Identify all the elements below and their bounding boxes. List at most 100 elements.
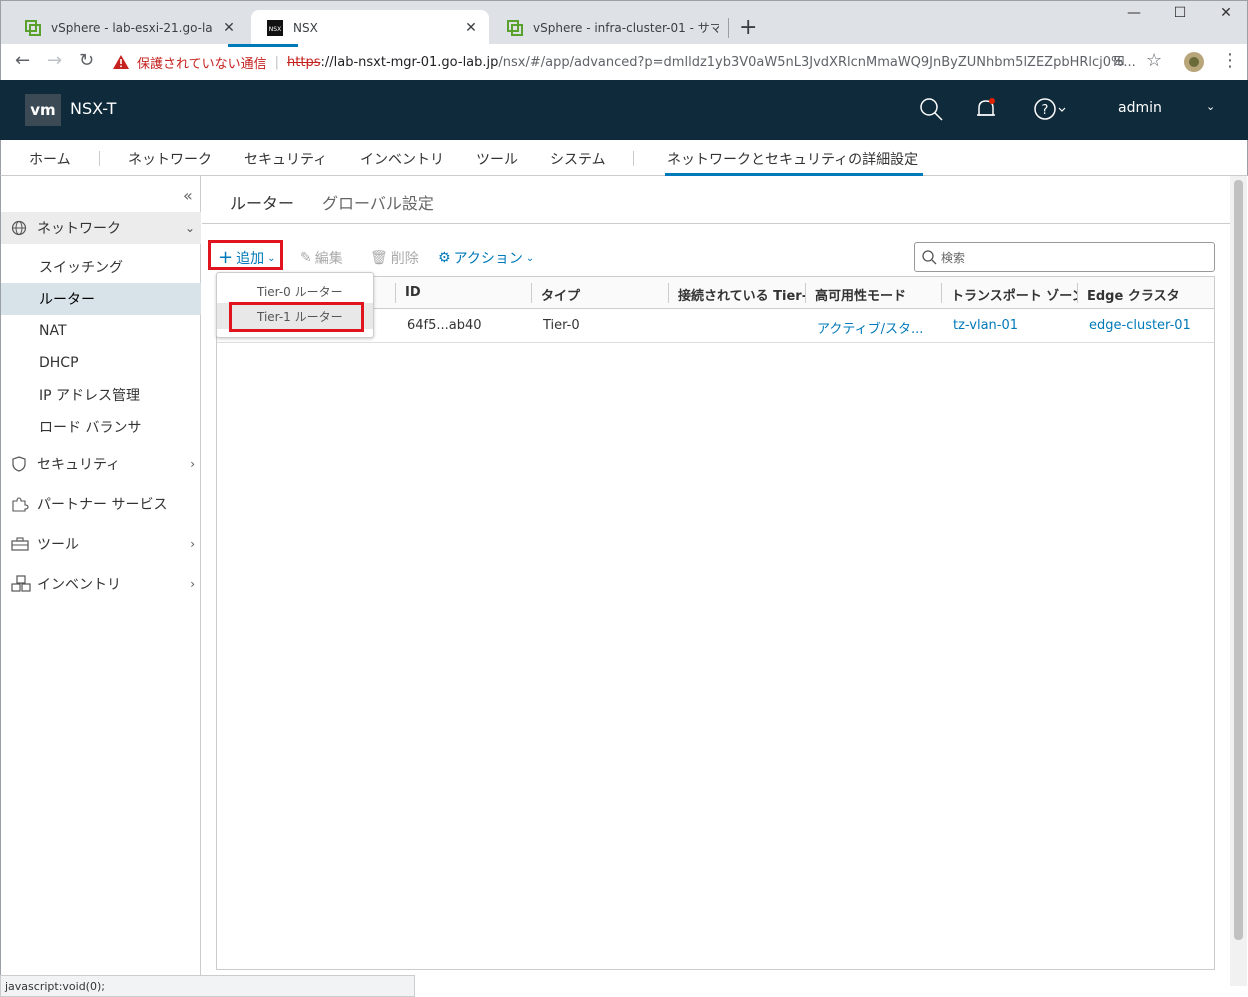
scrollbar[interactable] [1230, 176, 1247, 986]
sidebar-item-dhcp[interactable]: DHCP [1, 347, 201, 379]
tab-global-settings[interactable]: グローバル設定 [322, 190, 434, 214]
close-icon[interactable]: ✕ [221, 20, 237, 36]
chevron-down-icon[interactable]: ⌄ [185, 221, 195, 235]
content-tabs: ルーター グローバル設定 [202, 176, 1230, 224]
search-placeholder: 検索 [941, 250, 966, 265]
sidebar: « ネットワーク ⌄ スイッチング ルーター NAT DHCP IP アドレス管… [0, 176, 201, 997]
bookmark-star-icon[interactable]: ☆ [1146, 50, 1162, 71]
back-icon[interactable]: ← [15, 50, 30, 71]
sidebar-item-label: ツール [37, 537, 79, 553]
sidebar-item-network[interactable]: ネットワーク ⌄ [1, 212, 201, 244]
sidebar-item-partner-services[interactable]: パートナー サービス [1, 488, 201, 520]
maximize-icon[interactable]: ☐ [1157, 5, 1203, 21]
nav-security[interactable]: セキュリティ [244, 149, 327, 169]
nav-tools[interactable]: ツール [476, 149, 518, 169]
tier1-highlight [229, 302, 364, 332]
sidebar-item-label: ネットワーク [37, 221, 121, 237]
chevron-right-icon[interactable]: › [190, 537, 195, 551]
search-icon [922, 250, 937, 265]
nav-system[interactable]: システム [550, 149, 606, 169]
status-bar: javascript:void(0); [0, 975, 415, 997]
pencil-icon: ✎ [300, 250, 312, 266]
close-icon[interactable]: ✕ [463, 20, 479, 36]
browser-tab[interactable]: vSphere - lab-esxi-21.go-lab.jp - ✕ [9, 10, 247, 45]
column-id[interactable]: ID [405, 285, 525, 300]
tab-separator [728, 18, 729, 38]
nav-network[interactable]: ネットワーク [128, 149, 212, 169]
tab-title: vSphere - infra-cluster-01 - サマリ [533, 21, 719, 35]
browser-toolbar: ← → ↻ 保護されていない通信 | https ://lab-nsxt-mgr… [0, 44, 1248, 80]
nav-divider [99, 151, 100, 166]
column-transport-zone[interactable]: トランスポート ゾーン [951, 285, 1077, 304]
chevron-down-icon: ⌄ [525, 252, 535, 264]
column-separator [941, 283, 942, 303]
sidebar-item-ipam[interactable]: IP アドレス管理 [1, 379, 201, 411]
trash-icon: 🗑 [370, 250, 388, 266]
routers-table: ID タイプ 接続されている Tier-0 高可用性モード トランスポート ゾー… [216, 276, 1215, 970]
network-globe-icon [11, 220, 27, 236]
new-tab-button[interactable]: + [739, 15, 757, 40]
browser-tab[interactable]: vSphere - infra-cluster-01 - サマリ [491, 10, 729, 45]
cell-id: 64f5...ab40 [407, 318, 482, 333]
sidebar-item-routers[interactable]: ルーター [1, 283, 201, 315]
security-warning[interactable]: 保護されていない通信 [137, 53, 267, 72]
profile-avatar[interactable] [1183, 51, 1205, 73]
menu-item-tier0-router[interactable]: Tier-0 ルーター [217, 278, 373, 304]
sidebar-item-label: パートナー サービス [37, 497, 168, 513]
minimize-icon[interactable]: — [1111, 5, 1157, 21]
browser-tab-strip: vSphere - lab-esxi-21.go-lab.jp - ✕ NSX … [0, 0, 1248, 45]
delete-button[interactable]: 🗑 削除 [370, 248, 419, 268]
app-title: NSX-T [70, 99, 117, 118]
cell-edge-cluster[interactable]: edge-cluster-01 [1089, 318, 1209, 333]
sidebar-item-security[interactable]: セキュリティ › [1, 448, 201, 480]
chevron-right-icon[interactable]: › [190, 457, 195, 471]
search-input[interactable]: 検索 [914, 242, 1215, 272]
chevron-down-icon[interactable]: ⌄ [1206, 100, 1215, 113]
svg-text:NSX: NSX [269, 26, 281, 33]
vsphere-icon [25, 19, 41, 36]
translate-icon[interactable]: ⊞ [1113, 53, 1125, 69]
browser-tab-active[interactable]: NSX NSX ✕ [251, 10, 489, 45]
top-navigation: ホーム ネットワーク セキュリティ インベントリ ツール システム ネットワーク… [0, 140, 1248, 176]
actions-menu-button[interactable]: ⚙ アクション ⌄ [438, 248, 534, 268]
column-edge-cluster[interactable]: Edge クラスタ [1087, 285, 1211, 304]
vsphere-icon [507, 19, 523, 36]
collapse-sidebar-icon[interactable]: « [183, 186, 193, 205]
nav-inventory[interactable]: インベントリ [360, 149, 444, 169]
sidebar-item-inventory[interactable]: インベントリ › [1, 568, 201, 600]
url-host: ://lab-nsxt-mgr-01.go-lab.jp [320, 54, 499, 70]
reload-icon[interactable]: ↻ [79, 50, 94, 71]
cell-transport-zone[interactable]: tz-vlan-01 [953, 318, 1073, 333]
cell-ha-mode[interactable]: アクティブ/スタ... [817, 318, 937, 337]
actions-label: アクション [453, 251, 523, 267]
help-icon[interactable]: ? [1033, 96, 1069, 122]
chevron-right-icon[interactable]: › [190, 577, 195, 591]
notification-bell-icon[interactable] [973, 96, 999, 122]
nav-home[interactable]: ホーム [29, 149, 71, 169]
nsx-icon: NSX [267, 19, 283, 36]
sidebar-item-load-balancer[interactable]: ロード バランサ [1, 411, 201, 443]
column-type[interactable]: タイプ [541, 285, 661, 304]
column-connected-tier0[interactable]: 接続されている Tier-0 [678, 285, 805, 304]
scrollbar-thumb[interactable] [1234, 180, 1243, 940]
forward-icon[interactable]: → [47, 50, 62, 71]
user-menu[interactable]: admin [1118, 100, 1162, 116]
address-bar[interactable]: 保護されていない通信 | https ://lab-nsxt-mgr-01.go… [113, 48, 1173, 76]
close-window-icon[interactable]: ✕ [1203, 5, 1248, 21]
column-ha-mode[interactable]: 高可用性モード [815, 285, 941, 304]
sidebar-item-tools[interactable]: ツール › [1, 528, 201, 560]
delete-label: 削除 [390, 251, 419, 267]
toolbox-icon [11, 537, 29, 551]
vmware-logo: vm [25, 94, 61, 126]
sidebar-item-switching[interactable]: スイッチング [1, 251, 201, 283]
nav-advanced-settings[interactable]: ネットワークとセキュリティの詳細設定 [667, 149, 918, 169]
shield-icon [12, 456, 26, 472]
edit-button[interactable]: ✎ 編集 [300, 248, 343, 268]
sidebar-item-label: セキュリティ [37, 457, 121, 473]
search-icon[interactable] [918, 96, 944, 122]
sidebar-item-nat[interactable]: NAT [1, 315, 201, 347]
menu-icon[interactable]: ⋮ [1221, 50, 1239, 71]
column-separator [805, 283, 806, 303]
tab-routers[interactable]: ルーター [230, 190, 294, 214]
url-scheme: https [287, 54, 321, 70]
